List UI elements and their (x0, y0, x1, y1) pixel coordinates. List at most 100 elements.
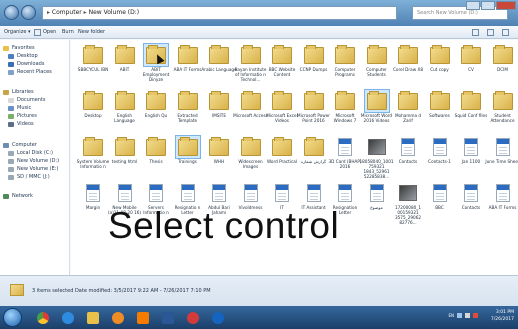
burn-button[interactable]: Burn (62, 26, 74, 39)
favorites-group: Favorites Desktop Downloads Recent Place… (3, 44, 52, 76)
address-bar[interactable]: ▸ Computer ▸ New Volume (D:) (42, 6, 397, 20)
file-thumbnail (333, 90, 357, 112)
open-icon (34, 29, 41, 36)
overlay-caption: Select control (108, 205, 340, 246)
file-thumbnail (491, 182, 515, 204)
recent-places-icon (8, 69, 14, 75)
file-item[interactable]: DCIM (485, 44, 518, 72)
file-thumbnail (491, 136, 515, 158)
folder-icon (398, 91, 418, 110)
taskbar-vlc[interactable] (132, 308, 154, 327)
image-file-icon (399, 185, 417, 201)
search-placeholder: Search New Volume (D:) (417, 10, 478, 16)
music-icon (8, 105, 14, 111)
file-thumbnail (491, 90, 515, 112)
nav-favorites[interactable]: Favorites (3, 44, 52, 52)
nav-videos[interactable]: Videos (3, 120, 46, 128)
document-icon (86, 184, 100, 202)
file-thumbnail (270, 44, 294, 66)
new-folder-button[interactable]: New folder (78, 26, 105, 39)
folder-icon (177, 91, 198, 110)
clock-date: 7/26/2017 (490, 317, 514, 322)
taskbar-paint[interactable] (182, 308, 204, 327)
nav-music[interactable]: Music (3, 104, 46, 112)
file-thumbnail (302, 90, 326, 112)
chrome-icon (37, 312, 49, 324)
nav-desktop[interactable]: Desktop (3, 52, 52, 60)
nav-new-volume-d[interactable]: New Volume (D:) (3, 157, 59, 165)
minimize-button[interactable] (466, 1, 480, 10)
file-thumbnail (396, 136, 420, 158)
file-item[interactable]: ABA IT Forms (485, 182, 518, 210)
file-item[interactable]: Student Attendance (485, 90, 518, 123)
drive-icon (8, 158, 14, 164)
vlc-icon (137, 312, 149, 324)
internet-explorer-icon (62, 312, 74, 324)
taskbar-chrome[interactable] (32, 308, 54, 327)
back-button[interactable] (4, 5, 19, 20)
volume-icon[interactable] (465, 313, 470, 318)
nav-libraries[interactable]: Libraries (3, 88, 46, 96)
folder-icon (114, 91, 135, 110)
help-icon[interactable] (502, 29, 509, 36)
nav-documents[interactable]: Documents (3, 96, 46, 104)
alert-icon[interactable] (473, 313, 478, 318)
taskbar-media[interactable] (107, 308, 129, 327)
folder-icon (492, 45, 513, 64)
taskbar: EN 3:01 PM 7/26/2017 (0, 306, 518, 329)
nav-pictures[interactable]: Pictures (3, 112, 46, 120)
close-button[interactable] (496, 1, 516, 10)
file-thumbnail (113, 90, 137, 112)
file-thumbnail (396, 90, 420, 112)
nav-downloads[interactable]: Downloads (3, 60, 52, 68)
nav-computer[interactable]: Computer (3, 141, 59, 149)
organize-button[interactable]: Organize ▾ (4, 26, 31, 39)
start-button[interactable] (3, 308, 22, 327)
document-icon (464, 138, 478, 156)
network-tray-icon[interactable] (457, 313, 462, 318)
computer-group: Computer Local Disk (C:) New Volume (D:)… (3, 141, 59, 181)
document-icon (243, 184, 258, 202)
document-icon (149, 184, 163, 202)
breadcrumb-computer[interactable]: Computer (52, 9, 82, 16)
folder-icon (303, 91, 324, 110)
breadcrumb-drive[interactable]: New Volume (D:) (89, 9, 140, 16)
file-thumbnail (270, 182, 294, 204)
forward-button[interactable] (21, 5, 36, 20)
file-thumbnail (459, 182, 483, 204)
file-thumbnail (302, 44, 326, 66)
folder-icon (303, 45, 324, 64)
folder-icon (209, 45, 229, 64)
folder-icon (492, 91, 513, 110)
preview-pane-icon[interactable] (487, 29, 494, 36)
clock[interactable]: 3:01 PM 7/26/2017 (491, 309, 514, 323)
open-button[interactable]: Open (43, 26, 56, 39)
view-options-icon[interactable] (472, 29, 479, 36)
nav-local-disk-c[interactable]: Local Disk (C:) (3, 149, 59, 157)
taskbar-explorer[interactable] (82, 308, 104, 327)
language-indicator[interactable]: EN (448, 313, 454, 318)
file-thumbnail (428, 182, 452, 204)
taskbar-word[interactable] (157, 308, 179, 327)
nav-sd-mmc-j[interactable]: SD / MMC (J:) (3, 173, 59, 181)
nav-network[interactable]: Network (3, 192, 33, 200)
folder-icon (177, 137, 198, 156)
file-thumbnail (270, 136, 294, 158)
folder-icon (398, 45, 418, 64)
file-thumbnail (365, 136, 389, 158)
taskbar-ie[interactable] (57, 308, 79, 327)
maximize-button[interactable] (481, 1, 495, 10)
pictures-icon (8, 113, 14, 119)
folder-icon (83, 45, 103, 64)
nav-recent-places[interactable]: Recent Places (3, 68, 52, 76)
folder-icon (83, 91, 103, 110)
file-thumbnail (174, 135, 201, 159)
taskbar-teamviewer[interactable] (207, 308, 229, 327)
document-icon (117, 184, 132, 202)
nav-new-volume-e[interactable]: New Volume (E:) (3, 165, 59, 173)
folder-icon (240, 45, 261, 64)
file-item[interactable]: June Time Sheet (485, 136, 518, 164)
file-thumbnail (333, 44, 357, 66)
document-icon (495, 138, 510, 156)
documents-icon (8, 97, 14, 103)
